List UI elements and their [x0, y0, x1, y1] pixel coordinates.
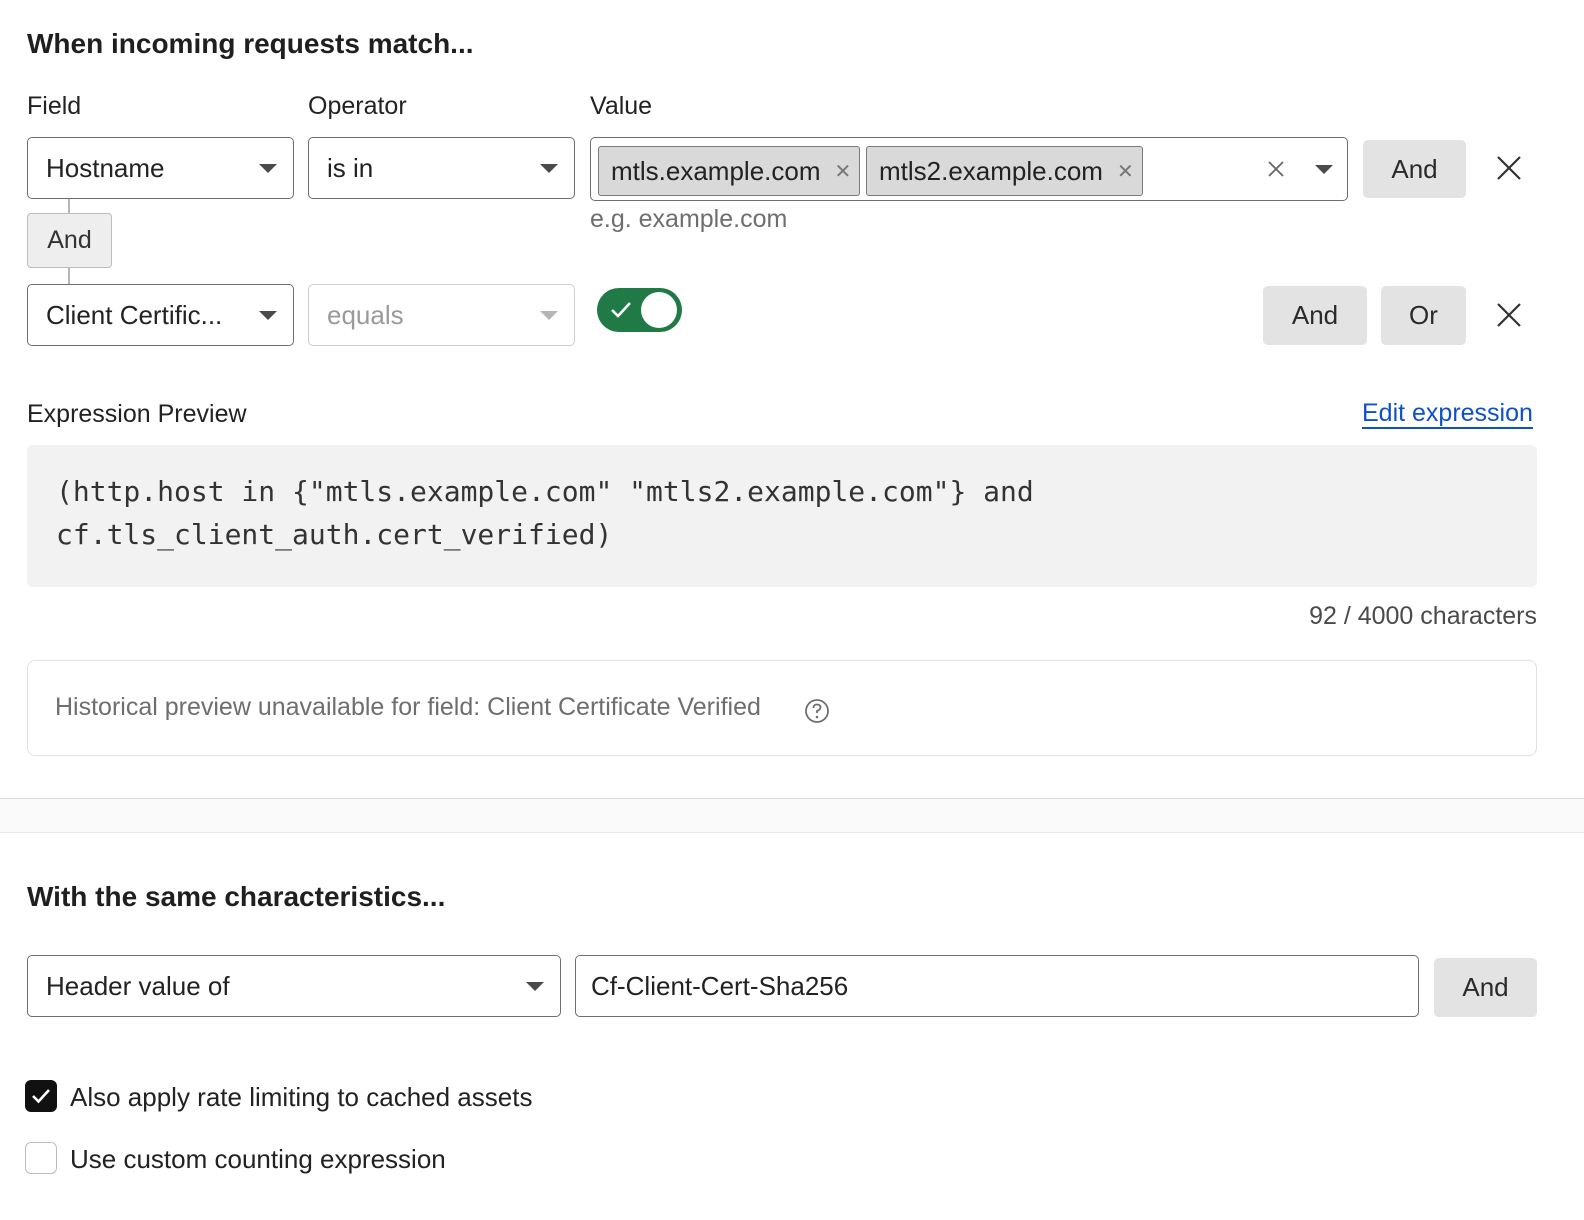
- check-icon: [611, 302, 631, 318]
- value-toggle[interactable]: [597, 288, 682, 332]
- custom-counting-checkbox[interactable]: [25, 1142, 57, 1174]
- value-chip: mtls.example.com ✕: [598, 146, 860, 196]
- custom-counting-label[interactable]: Use custom counting expression: [70, 1144, 446, 1175]
- and-button-characteristics[interactable]: And: [1434, 958, 1537, 1017]
- field-select-value: Client Certific...: [46, 299, 223, 330]
- or-button-row2[interactable]: Or: [1381, 286, 1466, 345]
- chevron-down-icon: [540, 164, 558, 173]
- cached-assets-checkbox[interactable]: [25, 1080, 57, 1112]
- chevron-down-icon: [540, 311, 558, 320]
- characteristics-title: With the same characteristics...: [27, 881, 446, 912]
- match-section-title: When incoming requests match...: [27, 28, 474, 59]
- connector-and-badge: And: [27, 213, 112, 268]
- remove-row1-icon[interactable]: [1496, 155, 1522, 181]
- chip-remove-icon[interactable]: ✕: [1117, 159, 1134, 184]
- header-name-value: Cf-Client-Cert-Sha256: [591, 970, 849, 1001]
- expression-preview-label: Expression Preview: [27, 400, 247, 428]
- chip-remove-icon[interactable]: ✕: [835, 159, 852, 184]
- historical-notice-text: Historical preview unavailable for field…: [55, 693, 761, 721]
- and-button-row1[interactable]: And: [1363, 140, 1466, 198]
- field-select-hostname[interactable]: Hostname: [27, 137, 294, 199]
- characteristic-select-value: Header value of: [46, 970, 230, 1001]
- check-icon: [32, 1089, 50, 1104]
- operator-label: Operator: [308, 92, 407, 120]
- cached-assets-label[interactable]: Also apply rate limiting to cached asset…: [70, 1082, 532, 1113]
- value-hint: e.g. example.com: [590, 205, 788, 233]
- help-icon[interactable]: [804, 698, 830, 724]
- section-divider: [0, 798, 1584, 833]
- and-button-row2[interactable]: And: [1263, 286, 1367, 345]
- historical-preview-notice: Historical preview unavailable for field…: [27, 660, 1537, 756]
- value-multiselect[interactable]: mtls.example.com ✕ mtls2.example.com ✕: [590, 137, 1348, 201]
- remove-row2-icon[interactable]: [1496, 302, 1522, 328]
- header-name-input[interactable]: Cf-Client-Cert-Sha256: [575, 955, 1419, 1017]
- toggle-knob: [641, 292, 677, 328]
- expression-line-1: (http.host in {"mtls.example.com" "mtls2…: [56, 475, 1034, 508]
- characteristic-select[interactable]: Header value of: [27, 955, 561, 1017]
- chevron-down-icon: [259, 164, 277, 173]
- chevron-down-icon: [526, 982, 544, 991]
- character-count: 92 / 4000 characters: [1309, 602, 1537, 630]
- operator-select-value: equals: [327, 299, 404, 330]
- operator-select-is-in[interactable]: is in: [308, 137, 575, 199]
- chip-label: mtls.example.com: [611, 155, 821, 186]
- chip-label: mtls2.example.com: [879, 155, 1103, 186]
- field-label: Field: [27, 92, 82, 120]
- chevron-down-icon[interactable]: [1315, 165, 1333, 174]
- operator-select-equals: equals: [308, 284, 575, 346]
- field-select-client-cert[interactable]: Client Certific...: [27, 284, 294, 346]
- chevron-down-icon: [259, 311, 277, 320]
- value-chip: mtls2.example.com ✕: [866, 146, 1143, 196]
- field-select-value: Hostname: [46, 152, 165, 183]
- edit-expression-link[interactable]: Edit expression: [1362, 399, 1533, 428]
- operator-select-value: is in: [327, 152, 374, 183]
- value-label: Value: [590, 92, 653, 120]
- expression-preview-box: (http.host in {"mtls.example.com" "mtls2…: [27, 445, 1537, 587]
- clear-all-icon[interactable]: [1267, 160, 1285, 178]
- expression-line-2: cf.tls_client_auth.cert_verified): [56, 518, 613, 551]
